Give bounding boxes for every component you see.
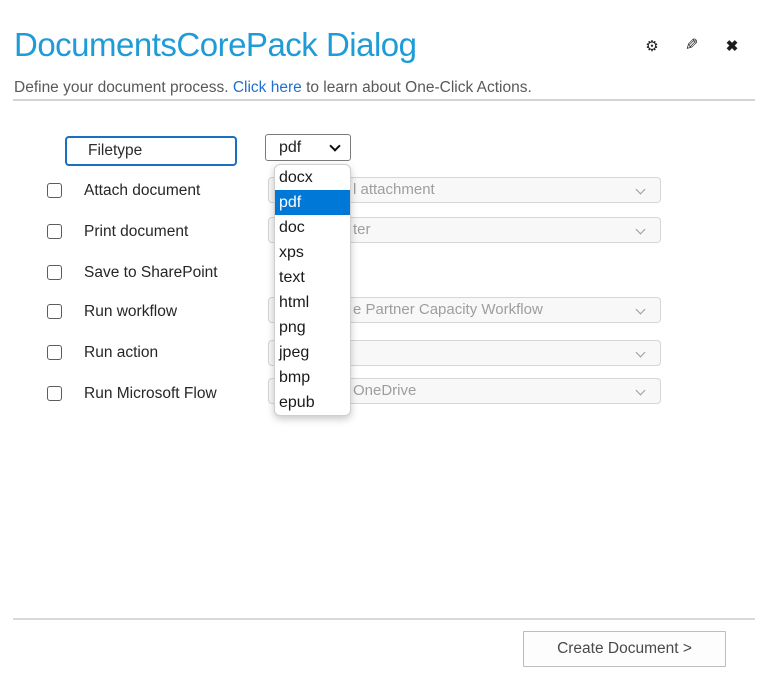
print-document-select-value: ter bbox=[353, 221, 371, 238]
subtitle: Define your document process. Click here… bbox=[14, 79, 532, 97]
filetype-option-xps[interactable]: xps bbox=[275, 240, 350, 265]
filetype-option-jpeg[interactable]: jpeg bbox=[275, 340, 350, 365]
save-to-sharepoint-checkbox[interactable] bbox=[47, 265, 62, 280]
run-workflow-label: Run workflow bbox=[84, 303, 178, 320]
attach-document-label: Attach document bbox=[84, 182, 201, 199]
page-title: DocumentsCorePack Dialog bbox=[14, 26, 417, 63]
settings-gear-icon[interactable]: ⚙ bbox=[642, 36, 662, 56]
filetype-option-png[interactable]: png bbox=[275, 315, 350, 340]
filetype-option-docx[interactable]: docx bbox=[275, 165, 350, 190]
subtitle-prefix: Define your document process. bbox=[14, 79, 233, 96]
run-action-label: Run action bbox=[84, 344, 159, 361]
attach-document-select-value: l attachment bbox=[353, 181, 435, 198]
filetype-option-html[interactable]: html bbox=[275, 290, 350, 315]
save-to-sharepoint-label: Save to SharePoint bbox=[84, 264, 218, 281]
chevron-down-icon bbox=[635, 385, 646, 396]
filetype-option-doc[interactable]: doc bbox=[275, 215, 350, 240]
chevron-down-icon bbox=[635, 347, 646, 358]
close-icon[interactable]: ✖ bbox=[722, 36, 742, 56]
create-document-button[interactable]: Create Document > bbox=[523, 631, 726, 667]
run-action-checkbox[interactable] bbox=[47, 345, 62, 360]
filetype-option-text[interactable]: text bbox=[275, 265, 350, 290]
filetype-label-box[interactable]: Filetype bbox=[65, 136, 237, 166]
filetype-dropdown-list: docx pdf doc xps text html png jpeg bmp epub bbox=[274, 164, 351, 416]
print-document-checkbox[interactable] bbox=[47, 224, 62, 239]
header-divider bbox=[13, 99, 755, 101]
filetype-selected-value: pdf bbox=[279, 139, 302, 156]
footer-divider bbox=[13, 618, 755, 620]
chevron-down-icon bbox=[635, 224, 646, 235]
click-here-link[interactable]: Click here bbox=[233, 79, 302, 96]
subtitle-suffix: to learn about One-Click Actions. bbox=[301, 79, 532, 96]
print-document-label: Print document bbox=[84, 223, 189, 240]
attach-document-checkbox[interactable] bbox=[47, 183, 62, 198]
run-microsoft-flow-checkbox[interactable] bbox=[47, 386, 62, 401]
run-microsoft-flow-label: Run Microsoft Flow bbox=[84, 385, 217, 402]
documentscorepack-dialog: DocumentsCorePack Dialog ⚙ ✎ ✖ Define yo… bbox=[0, 0, 768, 690]
filetype-option-bmp[interactable]: bmp bbox=[275, 365, 350, 390]
header-icon-bar: ⚙ ✎ ✖ bbox=[642, 36, 742, 56]
run-workflow-select-value: e Partner Capacity Workflow bbox=[353, 301, 543, 318]
chevron-down-icon bbox=[329, 140, 341, 152]
run-microsoft-flow-select-value: OneDrive bbox=[353, 382, 417, 399]
chevron-down-icon bbox=[635, 184, 646, 195]
edit-pencil-icon[interactable]: ✎ bbox=[682, 36, 702, 56]
filetype-option-epub[interactable]: epub bbox=[275, 390, 350, 415]
filetype-option-pdf[interactable]: pdf bbox=[275, 190, 350, 215]
chevron-down-icon bbox=[635, 304, 646, 315]
filetype-select[interactable]: pdf bbox=[265, 134, 351, 161]
run-workflow-checkbox[interactable] bbox=[47, 304, 62, 319]
